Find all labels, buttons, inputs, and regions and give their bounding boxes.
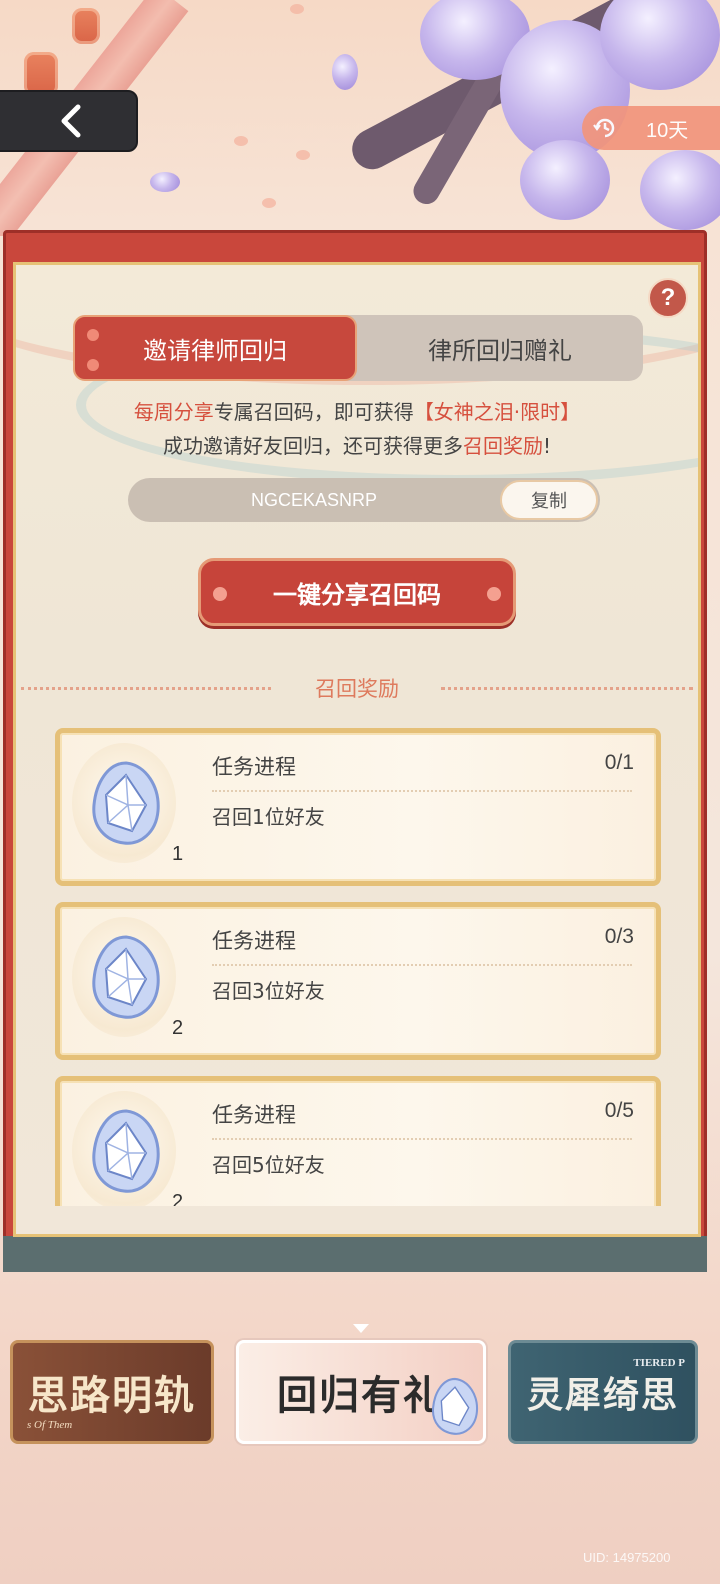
recall-code-box: NGCEKASNRP 复制 xyxy=(128,478,600,522)
wisteria-flower-decoration xyxy=(520,140,610,220)
crystal-gem-icon xyxy=(92,935,160,1019)
user-id-label: UID: 14975200 xyxy=(583,1550,671,1565)
divider xyxy=(212,1138,632,1140)
crystal-gem-icon xyxy=(92,1109,160,1193)
task-description: 召回5位好友 xyxy=(212,1153,325,1177)
petal-decoration xyxy=(234,136,248,146)
back-button[interactable] xyxy=(0,90,138,152)
reward-list[interactable]: 1 任务进程 0/1 召回1位好友 2 任务进程 0/3 召回3位好友 2 任务… xyxy=(13,720,701,1206)
reward-item-slot[interactable] xyxy=(72,917,176,1037)
highlight-text: 召回奖励 xyxy=(462,434,543,458)
petal-decoration xyxy=(290,4,304,14)
carousel-card-return-gift[interactable]: 回归有礼 xyxy=(236,1340,486,1444)
help-button[interactable]: ? xyxy=(648,278,688,318)
highlight-text: 每周分享 xyxy=(133,400,214,424)
punctuation-text: ! xyxy=(542,434,552,458)
copy-button-label: 复制 xyxy=(531,491,567,512)
flower-icon xyxy=(213,587,227,601)
copy-button[interactable]: 复制 xyxy=(500,480,598,520)
section-title-recall-rewards: 召回奖励 xyxy=(13,670,701,706)
reward-quantity: 1 xyxy=(172,843,184,865)
task-description: 召回1位好友 xyxy=(212,805,325,829)
clock-refresh-icon xyxy=(593,118,615,138)
carousel-card-subtitle: TIERED P xyxy=(633,1357,685,1369)
lantern-decoration xyxy=(72,8,100,44)
petal-decoration xyxy=(296,150,310,160)
carousel-card-lingxi-qisi[interactable]: 灵犀绮思 TIERED P xyxy=(508,1340,698,1444)
tab-label: 邀请律师回归 xyxy=(143,336,287,365)
carousel-card-silu-minggui[interactable]: 思路明轨 s Of Them xyxy=(10,1340,214,1444)
divider xyxy=(212,964,632,966)
reward-item-slot[interactable] xyxy=(72,1091,176,1206)
petal-decoration xyxy=(332,54,358,90)
petal-decoration xyxy=(262,198,276,208)
flower-icon xyxy=(87,359,99,371)
carousel-card-title: 回归有礼 xyxy=(277,1372,445,1419)
task-progress-label: 任务进程 xyxy=(212,929,296,953)
tab-label: 律所回归赠礼 xyxy=(428,336,572,365)
recall-code-value: NGCEKASNRP xyxy=(250,490,378,510)
invite-description-line2: 成功邀请好友回归，还可获得更多召回奖励! xyxy=(13,430,701,462)
task-progress-label: 任务进程 xyxy=(212,755,296,779)
invite-description-line1: 每周分享专属召回码，即可获得【女神之泪·限时】 xyxy=(13,396,701,428)
reward-card: 2 任务进程 0/5 召回5位好友 xyxy=(55,1076,661,1206)
task-progress-value: 0/1 xyxy=(604,751,634,774)
panel-frame-footer xyxy=(3,1236,707,1272)
reward-name-text: 【女神之泪·限时】 xyxy=(413,400,581,424)
carousel-card-title: 灵犀绮思 xyxy=(526,1374,679,1416)
share-button-label: 一键分享召回码 xyxy=(273,580,441,609)
divider xyxy=(212,790,632,792)
wisteria-flower-decoration xyxy=(640,150,720,230)
chevron-left-icon xyxy=(61,104,81,138)
carousel-card-title: 思路明轨 xyxy=(28,1372,196,1419)
flower-icon xyxy=(487,587,501,601)
tab-invite-lawyer[interactable]: 邀请律师回归 xyxy=(73,315,357,381)
crystal-gem-icon xyxy=(92,761,160,845)
question-icon: ? xyxy=(660,284,676,311)
days-remaining-badge: 10天 xyxy=(582,106,720,150)
reward-card: 2 任务进程 0/3 召回3位好友 xyxy=(55,902,661,1060)
crystal-gem-icon xyxy=(432,1377,478,1435)
reward-quantity: 2 xyxy=(172,1191,184,1206)
reward-item-slot[interactable] xyxy=(72,743,176,863)
tab-firm-return-gift[interactable]: 律所回归赠礼 xyxy=(357,315,643,381)
divider xyxy=(21,687,271,690)
section-title-text: 召回奖励 xyxy=(315,677,399,701)
description-text: 专属召回码，即可获得 xyxy=(213,400,414,424)
flower-icon xyxy=(87,329,99,341)
days-remaining-text: 10天 xyxy=(646,119,689,142)
task-progress-value: 0/5 xyxy=(604,1099,634,1122)
task-progress-value: 0/3 xyxy=(604,925,634,948)
petal-decoration xyxy=(150,172,180,192)
task-progress-label: 任务进程 xyxy=(212,1103,296,1127)
description-text: 成功邀请好友回归，还可获得更多 xyxy=(162,434,463,458)
task-description: 召回3位好友 xyxy=(212,979,325,1003)
share-recall-code-button[interactable]: 一键分享召回码 xyxy=(198,558,516,626)
reward-quantity: 2 xyxy=(172,1017,184,1039)
carousel-card-subtitle: s Of Them xyxy=(27,1419,73,1431)
selected-indicator-arrow xyxy=(353,1324,369,1333)
tab-bar: 邀请律师回归 律所回归赠礼 xyxy=(73,315,643,381)
divider xyxy=(441,687,693,690)
reward-card: 1 任务进程 0/1 召回1位好友 xyxy=(55,728,661,886)
